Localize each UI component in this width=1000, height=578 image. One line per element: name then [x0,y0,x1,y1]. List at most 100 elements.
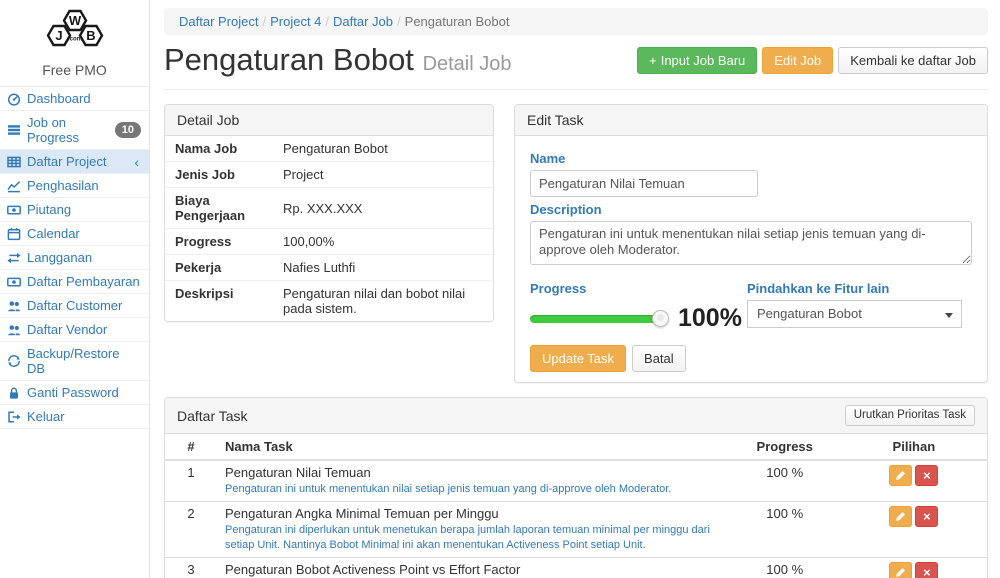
task-number: 1 [165,460,217,501]
sidebar-item-label: Langganan [27,250,92,265]
sidebar: W J B .com Free PMO Dashboard Job on Pro… [0,0,150,578]
sidebar-item-label: Dashboard [27,91,91,106]
table-row: PekerjaNafies Luthfi [165,255,493,281]
page-title: Pengaturan Bobot Detail Job [164,43,512,81]
detail-value: Nafies Luthfi [283,255,493,281]
task-table: # Nama Task Progress Pilihan 1 Pengatura… [165,434,987,578]
column-header-nama-task: Nama Task [217,434,729,460]
detail-label: Pekerja [165,255,283,281]
sidebar-item-daftar-project[interactable]: Daftar Project ‹ [0,150,149,174]
plus-icon: + [649,52,657,69]
column-header-num: # [165,434,217,460]
progress-slider[interactable] [530,315,660,323]
move-feature-select[interactable]: Pengaturan Bobot [747,300,962,328]
sidebar-item-label: Job on Progress [27,115,109,145]
task-name: Pengaturan Angka Minimal Temuan per Ming… [225,506,721,521]
sidebar-menu: Dashboard Job on Progress 10 Daftar Proj… [0,87,149,429]
breadcrumb-link-daftar-project[interactable]: Daftar Project [179,14,258,29]
refresh-icon [7,354,21,368]
edit-job-button[interactable]: Edit Job [762,47,833,74]
daftar-task-panel: Daftar Task Urutkan Prioritas Task # Nam… [164,397,988,578]
users-icon [7,323,21,337]
money-icon [7,275,21,289]
batal-button[interactable]: Batal [632,345,686,372]
sidebar-item-penghasilan[interactable]: Penghasilan [0,174,149,198]
delete-task-button[interactable]: × [915,465,938,486]
sidebar-item-backup-restore[interactable]: Backup/Restore DB [0,342,149,381]
task-number: 3 [165,557,217,578]
update-task-button[interactable]: Update Task [530,345,626,372]
sidebar-item-job-on-progress[interactable]: Job on Progress 10 [0,111,149,150]
sidebar-item-label: Penghasilan [27,178,99,193]
sidebar-item-piutang[interactable]: Piutang [0,198,149,222]
detail-label: Nama Job [165,136,283,162]
sign-out-icon [7,410,21,424]
sidebar-item-label: Backup/Restore DB [27,346,141,376]
breadcrumb: Daftar Project/Project 4/Daftar Job/Peng… [164,8,988,35]
task-description-textarea[interactable]: Pengaturan ini untuk menentukan nilai se… [530,221,972,265]
move-feature-label: Pindahkan ke Fitur lain [747,281,972,296]
lock-icon [7,386,21,400]
detail-job-panel: Detail Job Nama JobPengaturan Bobot Jeni… [164,104,494,322]
sidebar-item-daftar-pembayaran[interactable]: Daftar Pembayaran [0,270,149,294]
edit-task-panel: Edit Task Name Description Pengaturan in… [514,104,988,383]
edit-task-heading: Edit Task [515,105,987,136]
sidebar-item-keluar[interactable]: Keluar [0,405,149,429]
caret-down-icon [945,313,953,318]
money-icon [7,203,21,217]
delete-task-button[interactable]: × [915,506,938,527]
breadcrumb-separator: / [321,14,333,29]
pencil-icon [895,470,906,481]
table-row: Jenis JobProject [165,162,493,188]
task-name-input[interactable] [530,170,758,197]
breadcrumb-link-daftar-job[interactable]: Daftar Job [333,14,393,29]
progress-label: Progress [530,281,747,296]
input-job-baru-button[interactable]: +Input Job Baru [637,47,757,74]
task-progress: 100 % [729,460,841,501]
sidebar-item-label: Daftar Pembayaran [27,274,140,289]
sidebar-item-label: Daftar Customer [27,298,122,313]
delete-task-button[interactable]: × [915,562,938,578]
sidebar-item-daftar-vendor[interactable]: Daftar Vendor [0,318,149,342]
page-subtitle: Detail Job [423,53,512,75]
kembali-ke-daftar-job-button[interactable]: Kembali ke daftar Job [838,47,988,74]
detail-label: Progress [165,229,283,255]
table-row: 2 Pengaturan Angka Minimal Temuan per Mi… [165,501,987,557]
detail-value: Pengaturan nilai dan bobot nilai pada si… [283,281,493,322]
svg-text:.com: .com [67,37,81,43]
sidebar-item-label: Daftar Project [27,154,106,169]
page-header: Pengaturan Bobot Detail Job +Input Job B… [164,43,988,90]
sidebar-item-label: Keluar [27,409,65,424]
app-window: W J B .com Free PMO Dashboard Job on Pro… [0,0,1000,578]
sidebar-item-calendar[interactable]: Calendar [0,222,149,246]
sidebar-item-label: Piutang [27,202,71,217]
sidebar-item-daftar-customer[interactable]: Daftar Customer [0,294,149,318]
dashboard-icon [7,92,21,106]
detail-label: Jenis Job [165,162,283,188]
breadcrumb-link-project-4[interactable]: Project 4 [270,14,321,29]
pencil-icon [895,511,906,522]
edit-task-button[interactable] [889,506,912,527]
edit-task-button[interactable] [889,465,912,486]
detail-job-table: Nama JobPengaturan Bobot Jenis JobProjec… [165,136,493,321]
brand-name: Free PMO [0,62,149,78]
progress-slider-handle[interactable] [652,310,669,327]
breadcrumb-separator: / [258,14,270,29]
edit-task-button[interactable] [889,562,912,578]
name-label: Name [530,151,972,166]
job-count-badge: 10 [115,122,141,138]
detail-value: 100,00% [283,229,493,255]
sidebar-item-label: Ganti Password [27,385,119,400]
table-row: 1 Pengaturan Nilai Temuan Pengaturan ini… [165,460,987,501]
sort-priority-top-button[interactable]: Urutkan Prioritas Task [845,405,975,426]
sidebar-item-ganti-password[interactable]: Ganti Password [0,381,149,405]
column-header-pilihan: Pilihan [841,434,987,460]
task-name: Pengaturan Nilai Temuan [225,465,721,480]
sidebar-item-dashboard[interactable]: Dashboard [0,87,149,111]
tasks-icon [7,123,21,137]
table-row: 3 Pengaturan Bobot Activeness Point vs E… [165,557,987,578]
logo-block[interactable]: W J B .com Free PMO [0,0,149,87]
sidebar-item-langganan[interactable]: Langganan [0,246,149,270]
table-row: Biaya PengerjaanRp. XXX.XXX [165,188,493,229]
detail-label: Deskripsi [165,281,283,322]
